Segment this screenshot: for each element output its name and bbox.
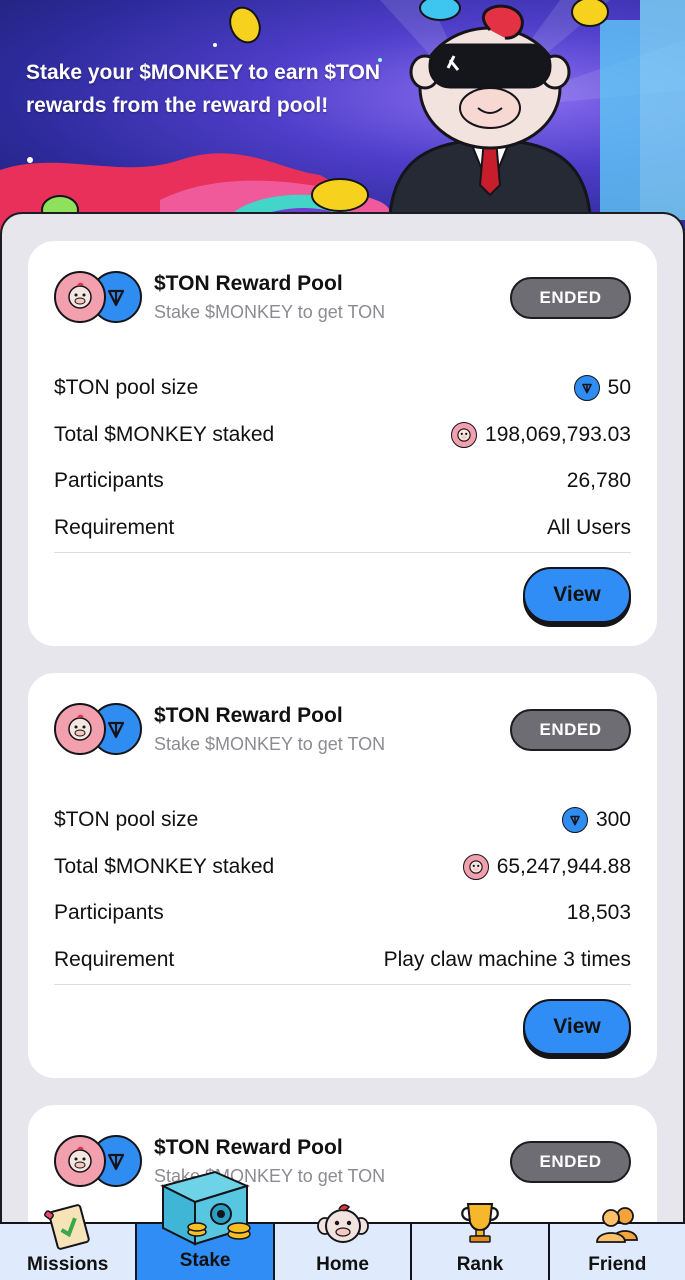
clipboard-check-icon	[43, 1204, 90, 1250]
trophy-icon	[461, 1203, 499, 1243]
hero-headline: Stake your $MONKEY to earn $TON rewards …	[26, 56, 426, 122]
pool-coin-pair	[54, 703, 144, 757]
pool-coin-pair	[54, 1135, 144, 1189]
stat-value-wrap: 65,247,944.88	[462, 853, 631, 880]
pool-stats: $TON pool size 50 Total $MONKEY staked 1…	[54, 365, 631, 551]
stat-label: Requirement	[54, 515, 175, 539]
pool-stats: $TON pool size 300 Total $MONKEY staked …	[54, 797, 631, 983]
friends-icon	[596, 1207, 639, 1243]
pool-title: $TON Reward Pool	[154, 272, 343, 295]
safe-vault-icon	[160, 1170, 251, 1246]
pool-card-header: $TON Reward Pool Stake $MONKEY to get TO…	[54, 269, 631, 329]
stat-label: $TON pool size	[54, 808, 199, 832]
stat-value: 26,780	[566, 469, 631, 493]
stat-value: 198,069,793.03	[485, 422, 631, 446]
pool-card: $TON Reward Pool Stake $MONKEY to get TO…	[28, 241, 657, 646]
pool-card-header: $TON Reward Pool Stake $MONKEY to get TO…	[54, 1133, 631, 1193]
stat-value: 18,503	[566, 901, 631, 925]
nav-item-friend[interactable]: Friend	[549, 1207, 685, 1280]
monkey-coin-icon	[54, 1135, 106, 1187]
view-button[interactable]: View	[523, 999, 631, 1055]
stat-value-wrap: 198,069,793.03	[451, 421, 631, 448]
nav-item-home[interactable]: Home	[274, 1204, 413, 1280]
hero-line-1: Stake your $MONKEY to earn $TON	[26, 61, 380, 84]
stat-label: Participants	[54, 901, 164, 925]
stat-label: Total $MONKEY staked	[54, 854, 275, 878]
stat-row-requirement: Requirement All Users	[54, 505, 631, 552]
nav-label: Stake	[179, 1250, 231, 1271]
nav-label: Missions	[27, 1254, 109, 1275]
pool-card-header: $TON Reward Pool Stake $MONKEY to get TO…	[54, 701, 631, 761]
pool-title: $TON Reward Pool	[154, 704, 343, 727]
stat-row-pool-size: $TON pool size 300	[54, 797, 631, 844]
monkey-face-icon	[316, 1204, 369, 1243]
monkey-coin-icon	[54, 271, 106, 323]
stat-label: $TON pool size	[54, 376, 199, 400]
stat-row-pool-size: $TON pool size 50	[54, 365, 631, 412]
stat-value: 65,247,944.88	[496, 854, 631, 878]
nav-item-rank[interactable]: Rank	[412, 1203, 550, 1280]
divider	[54, 984, 631, 985]
stat-row-participants: Participants 26,780	[54, 458, 631, 505]
stat-value-wrap: 50	[573, 375, 631, 402]
stat-row-participants: Participants 18,503	[54, 890, 631, 937]
monkey-coin-icon	[451, 421, 478, 448]
stat-row-total-staked: Total $MONKEY staked 65,247,944.88	[54, 844, 631, 891]
ton-coin-icon	[573, 375, 600, 402]
stat-value: 300	[595, 808, 631, 832]
nav-label: Home	[316, 1254, 369, 1275]
stat-value: 50	[607, 376, 631, 400]
stat-label: Requirement	[54, 947, 175, 971]
stat-label: Total $MONKEY staked	[54, 422, 275, 446]
ton-coin-icon	[561, 807, 588, 834]
stat-value: All Users	[546, 515, 631, 539]
monkey-coin-icon	[462, 853, 489, 880]
stat-value: Play claw machine 3 times	[383, 947, 631, 971]
hero-banner: Stake your $MONKEY to earn $TON rewards …	[0, 0, 685, 240]
hero-line-2: rewards from the reward pool!	[26, 94, 329, 117]
view-button[interactable]: View	[523, 567, 631, 623]
pool-card: $TON Reward Pool Stake $MONKEY to get TO…	[28, 673, 657, 1078]
status-badge: ENDED	[510, 709, 631, 751]
divider	[54, 552, 631, 553]
status-badge: ENDED	[510, 1141, 631, 1183]
nav-label: Friend	[588, 1254, 647, 1275]
status-badge: ENDED	[510, 277, 631, 319]
stat-row-total-staked: Total $MONKEY staked 198,069,793.03	[54, 412, 631, 459]
pool-subtitle: Stake $MONKEY to get TON	[154, 734, 386, 754]
pool-title: $TON Reward Pool	[154, 1136, 343, 1159]
bottom-nav: Missions Stake Home Rank Friend	[0, 1203, 685, 1280]
pool-subtitle: Stake $MONKEY to get TON	[154, 302, 386, 322]
stat-value-wrap: 300	[561, 807, 631, 834]
monkey-coin-icon	[54, 703, 106, 755]
nav-item-missions[interactable]: Missions	[0, 1204, 138, 1280]
nav-label: Rank	[456, 1254, 504, 1275]
pool-coin-pair	[54, 271, 144, 325]
stat-label: Participants	[54, 469, 164, 493]
stat-row-requirement: Requirement Play claw machine 3 times	[54, 937, 631, 984]
